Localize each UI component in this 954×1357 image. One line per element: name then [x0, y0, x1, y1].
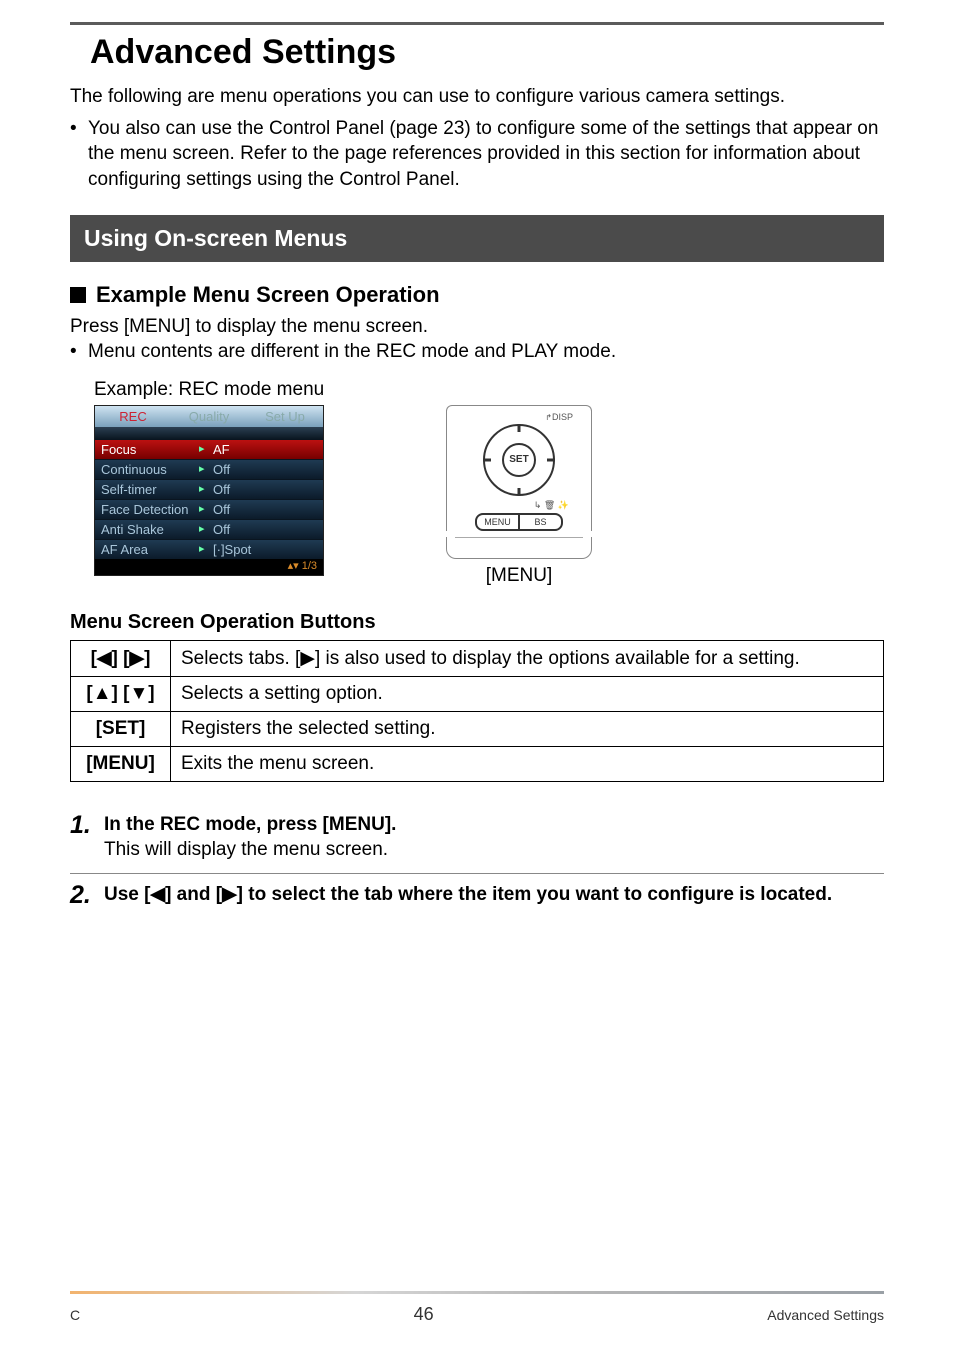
key-up-down: [▲] [▼]: [71, 676, 171, 711]
bullet-1: You also can use the Control Panel (page…: [88, 116, 884, 193]
rec-item-facedetection: Face Detection ▸ Off: [95, 499, 323, 519]
key-left-right: [◀] [▶]: [71, 640, 171, 676]
menu-button-icon: MENU: [477, 515, 520, 529]
page-footer: C 46 Advanced Settings: [70, 1291, 884, 1325]
menu-caption: [MENU]: [434, 565, 604, 587]
step-number: 1.: [70, 812, 104, 862]
subhead-marker: [70, 287, 86, 303]
intro-text: The following are menu operations you ca…: [70, 84, 884, 110]
key-set: [SET]: [71, 711, 171, 746]
step-number: 2.: [70, 882, 104, 910]
rec-mode-menu-figure: REC Quality Set Up Focus ▸ AF Continuous…: [94, 405, 324, 576]
page-number: 46: [414, 1304, 434, 1325]
desc-up-down: Selects a setting option.: [171, 676, 884, 711]
table-row: [▲] [▼] Selects a setting option.: [71, 676, 884, 711]
footer-right: Advanced Settings: [767, 1307, 884, 1323]
desc-set: Registers the selected setting.: [171, 711, 884, 746]
rec-item-selftimer: Self-timer ▸ Off: [95, 479, 323, 499]
rec-page-indicator: ▴▾ 1/3: [95, 559, 323, 575]
rec-item-antishake: Anti Shake ▸ Off: [95, 519, 323, 539]
page-title: Advanced Settings: [90, 33, 884, 72]
table-row: [◀] [▶] Selects tabs. [▶] is also used t…: [71, 640, 884, 676]
rec-item-continuous: Continuous ▸ Off: [95, 459, 323, 479]
step-1-title: In the REC mode, press [MENU].: [104, 812, 884, 838]
rec-tab-setup: Set Up: [247, 406, 323, 427]
step-2-title: Use [◀] and [▶] to select the tab where …: [104, 882, 884, 908]
footer-left: C: [70, 1307, 80, 1323]
bullet-marker: •: [70, 116, 88, 193]
bs-button-icon: BS: [520, 515, 561, 529]
small-icons: ↳ 🗑 ✨: [455, 500, 583, 511]
step-2: 2. Use [◀] and [▶] to select the tab whe…: [70, 874, 884, 922]
bullet-marker: •: [70, 339, 88, 365]
controller-figure: ↱DISP SET ↳ 🗑 ✨ MENU BS [M: [434, 405, 604, 587]
table-row: [MENU] Exits the menu screen.: [71, 746, 884, 781]
press-menu-text: Press [MENU] to display the menu screen.: [70, 314, 884, 340]
dpad: SET: [483, 424, 555, 496]
key-menu: [MENU]: [71, 746, 171, 781]
rec-tab-rec: REC: [95, 406, 171, 427]
rec-tab-quality: Quality: [171, 406, 247, 427]
subhead: Example Menu Screen Operation: [96, 282, 440, 308]
buttons-table-heading: Menu Screen Operation Buttons: [70, 611, 884, 634]
table-row: [SET] Registers the selected setting.: [71, 711, 884, 746]
desc-menu: Exits the menu screen.: [171, 746, 884, 781]
bullet-2: Menu contents are different in the REC m…: [88, 339, 884, 365]
desc-left-right: Selects tabs. [▶] is also used to displa…: [171, 640, 884, 676]
example-label: Example: REC mode menu: [94, 379, 884, 401]
section-heading: Using On-screen Menus: [70, 215, 884, 262]
rec-item-afarea: AF Area ▸ [·]Spot: [95, 539, 323, 559]
step-1: 1. In the REC mode, press [MENU]. This w…: [70, 804, 884, 875]
operation-buttons-table: [◀] [▶] Selects tabs. [▶] is also used t…: [70, 640, 884, 782]
step-1-sub: This will display the menu screen.: [104, 839, 884, 861]
disp-label: ↱DISP: [455, 412, 583, 422]
rec-item-focus: Focus ▸ AF: [95, 439, 323, 459]
set-button-icon: SET: [502, 443, 536, 477]
